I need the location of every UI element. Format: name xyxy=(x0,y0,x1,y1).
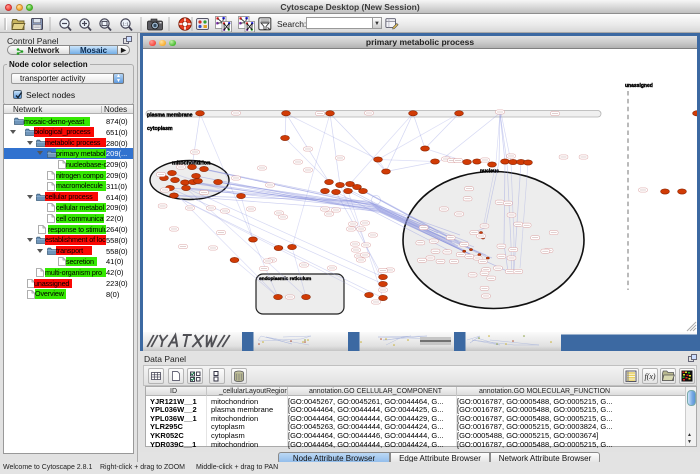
svg-text:cytoplasm: cytoplasm xyxy=(147,126,173,132)
svg-text:1:1: 1:1 xyxy=(122,21,129,26)
svg-text:endoplasmic reticulum: endoplasmic reticulum xyxy=(259,276,311,282)
svg-text:unassigned: unassigned xyxy=(625,83,653,89)
svg-text:f(x): f(x) xyxy=(644,372,655,381)
svg-text:plasma membrane: plasma membrane xyxy=(147,112,193,118)
